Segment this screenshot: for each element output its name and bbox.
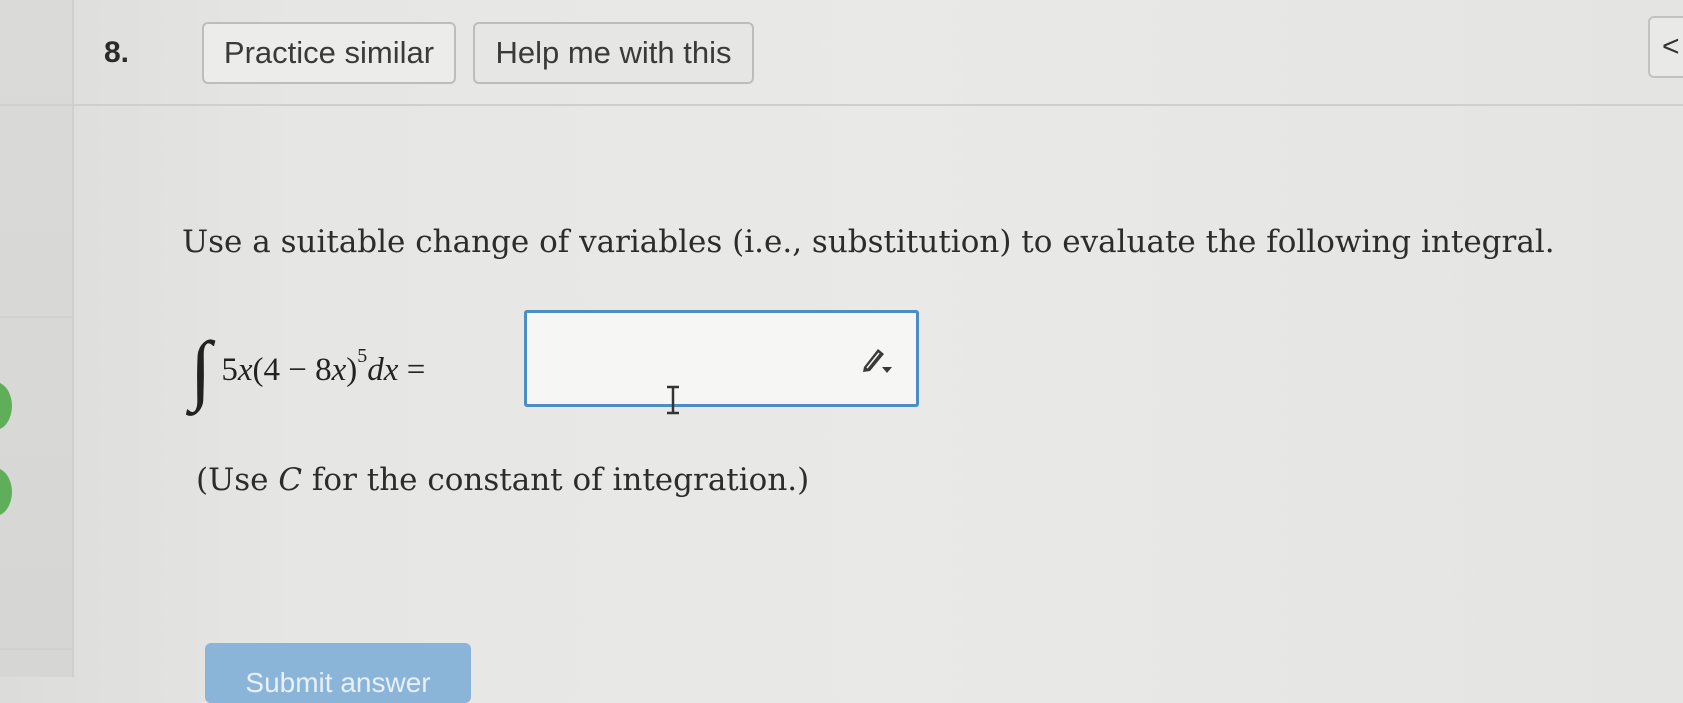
left-rail (0, 0, 74, 677)
header-divider (72, 104, 1683, 106)
collapse-panel-button[interactable]: < (1648, 16, 1683, 78)
status-dot[interactable] (0, 468, 12, 516)
status-dot[interactable] (0, 382, 12, 430)
pencil-icon[interactable] (858, 341, 894, 377)
practice-similar-button[interactable]: Practice similar (202, 22, 456, 84)
integral-sign: ∫ (190, 325, 212, 412)
rail-divider (0, 104, 72, 106)
integrand: 5x(4 − 8x)5dx = (221, 345, 426, 388)
constant-hint: (Use C for the constant of integration.) (196, 462, 810, 498)
help-me-button[interactable]: Help me with this (473, 22, 754, 84)
problem-instruction: Use a suitable change of variables (i.e.… (182, 224, 1555, 260)
rail-divider (0, 316, 72, 318)
rail-divider (0, 648, 72, 650)
chevron-left-icon: < (1662, 30, 1680, 63)
answer-input[interactable] (524, 310, 919, 415)
submit-answer-button[interactable]: Submit answer (205, 643, 471, 703)
integral-expression: ∫ 5x(4 − 8x)5dx = (190, 322, 425, 412)
text-cursor-icon (667, 385, 679, 415)
question-number: 8. (104, 36, 130, 69)
